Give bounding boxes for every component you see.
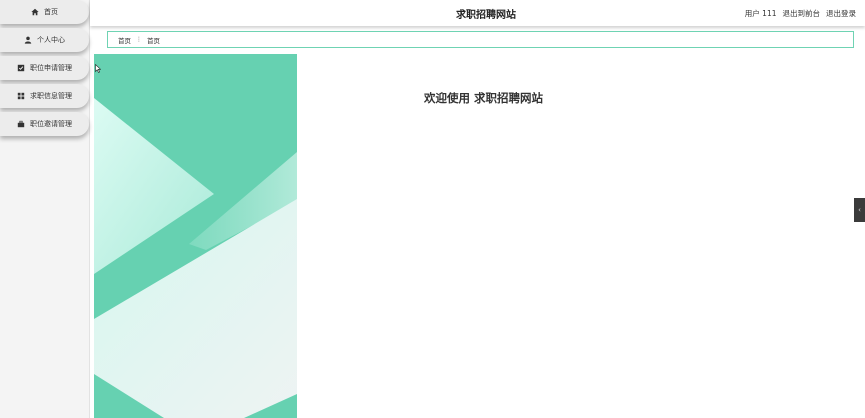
breadcrumb-home[interactable]: 首页 xyxy=(118,35,131,45)
chevron-left-icon: ‹ xyxy=(858,206,861,214)
sidebar-item-job-seeking[interactable]: 求职信息管理 xyxy=(0,84,89,108)
checkbox-icon xyxy=(17,64,25,72)
sidebar-item-profile[interactable]: 个人中心 xyxy=(0,28,89,52)
user-label: 用户 111 xyxy=(744,9,777,18)
briefcase-icon xyxy=(17,120,25,128)
grid-icon xyxy=(17,92,25,100)
welcome-message: 欢迎使用 求职招聘网站 xyxy=(424,91,544,105)
sidebar-item-home[interactable]: 首页 xyxy=(0,0,89,24)
breadcrumb: 首页 ⋮ 首页 xyxy=(107,31,854,48)
sidebar-item-job-invitations[interactable]: 职位邀请管理 xyxy=(0,112,89,136)
sidebar-item-label: 首页 xyxy=(44,8,58,16)
home-icon xyxy=(31,8,39,16)
sidebar-item-label: 个人中心 xyxy=(37,36,65,44)
top-header: 求职招聘网站 用户 111 退出到前台 退出登录 xyxy=(90,0,865,26)
sidebar-item-label: 职位申请管理 xyxy=(30,64,72,72)
logout-link[interactable]: 退出登录 xyxy=(826,8,856,19)
user-icon xyxy=(24,36,32,44)
breadcrumb-separator-icon: ⋮ xyxy=(136,36,142,43)
sidebar-item-label: 求职信息管理 xyxy=(30,92,72,100)
side-panel-toggle[interactable]: ‹ xyxy=(854,198,865,222)
header-links: 用户 111 退出到前台 退出登录 xyxy=(745,8,856,19)
sidebar-item-label: 职位邀请管理 xyxy=(30,120,72,128)
decorative-background-image xyxy=(94,54,297,418)
sidebar-item-job-applications[interactable]: 职位申请管理 xyxy=(0,56,89,80)
breadcrumb-current: 首页 xyxy=(147,36,160,45)
sidebar: 首页 个人中心 职位申请管理 求职信息管理 职位邀请管理 xyxy=(0,0,90,418)
site-title: 求职招聘网站 xyxy=(456,10,516,21)
mouse-cursor-icon xyxy=(95,64,101,73)
back-to-frontend-link[interactable]: 退出到前台 xyxy=(783,8,821,19)
